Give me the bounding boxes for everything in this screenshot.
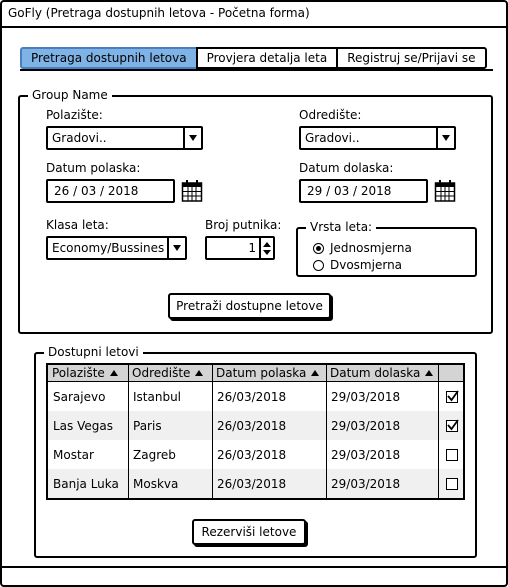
cell-arrival: 29/03/2018 bbox=[331, 418, 401, 433]
column-header-label: Datum dolaska bbox=[330, 366, 421, 380]
checkmark-icon bbox=[447, 418, 459, 430]
passengers-value: 1 bbox=[248, 241, 256, 255]
search-group-label: Group Name bbox=[28, 88, 112, 102]
sort-up-icon bbox=[425, 370, 434, 376]
column-divider bbox=[438, 365, 439, 498]
cell-origin: Las Vegas bbox=[53, 418, 113, 433]
available-flights-label: Dostupni letovi bbox=[44, 345, 143, 359]
checkbox-checked[interactable] bbox=[446, 389, 459, 403]
cell-destination: Istanbul bbox=[133, 389, 182, 404]
flight-type-label: Vrsta leta: bbox=[306, 220, 377, 234]
checkbox-unchecked[interactable] bbox=[446, 448, 458, 461]
table-row[interactable]: Banja Luka Moskva 26/03/2018 29/03/2018 bbox=[48, 469, 463, 498]
row-select-cell bbox=[441, 411, 459, 440]
cell-destination: Zagreb bbox=[133, 447, 176, 462]
reserve-flights-button[interactable]: Rezerviši letove bbox=[192, 519, 306, 545]
table-row[interactable]: Sarajevo Istanbul 26/03/2018 29/03/2018 bbox=[48, 382, 463, 411]
chevron-down-icon[interactable] bbox=[167, 238, 185, 258]
tab-flight-details[interactable]: Provjera detalja leta bbox=[195, 47, 339, 69]
radio-round-trip-label: Dvosmjerna bbox=[330, 258, 403, 272]
flights-table: Polazište Odredište Datum polaska Datum … bbox=[46, 363, 465, 500]
sort-up-icon bbox=[195, 370, 204, 376]
passengers-label: Broj putnika: bbox=[205, 218, 282, 232]
cell-departure: 26/03/2018 bbox=[217, 389, 287, 404]
destination-label: Odredište: bbox=[299, 108, 362, 122]
cell-origin: Mostar bbox=[53, 447, 94, 462]
origin-select[interactable]: Gradovi.. bbox=[46, 126, 203, 150]
row-select-cell bbox=[441, 440, 458, 469]
column-header-origin[interactable]: Polazište bbox=[48, 365, 128, 381]
radio-unselected-icon[interactable] bbox=[313, 259, 324, 271]
cell-destination: Paris bbox=[133, 418, 162, 433]
calendar-icon[interactable] bbox=[434, 179, 456, 203]
destination-select-value: Gradovi.. bbox=[305, 131, 360, 145]
cell-arrival: 29/03/2018 bbox=[331, 389, 401, 404]
status-bar bbox=[2, 566, 506, 587]
table-row[interactable]: Las Vegas Paris 26/03/2018 29/03/2018 bbox=[48, 411, 463, 440]
destination-select[interactable]: Gradovi.. bbox=[299, 126, 456, 150]
tab-divider bbox=[20, 69, 493, 71]
cell-departure: 26/03/2018 bbox=[217, 418, 287, 433]
cell-origin: Sarajevo bbox=[53, 389, 106, 404]
column-header-arrival[interactable]: Datum dolaska bbox=[326, 365, 438, 381]
stepper-arrows-icon[interactable] bbox=[259, 238, 273, 258]
cell-origin: Banja Luka bbox=[53, 476, 119, 491]
checkbox-unchecked[interactable] bbox=[446, 477, 458, 490]
cell-arrival: 29/03/2018 bbox=[331, 476, 401, 491]
tab-register-login[interactable]: Registruj se/Prijavi se bbox=[336, 47, 487, 69]
radio-round-trip[interactable]: Dvosmjerna bbox=[313, 258, 402, 272]
table-header: Polazište Odredište Datum polaska Datum … bbox=[48, 365, 463, 382]
column-divider bbox=[128, 365, 129, 498]
passengers-stepper[interactable]: 1 bbox=[205, 236, 275, 260]
origin-label: Polazište: bbox=[46, 108, 103, 122]
arrival-date-field[interactable]: 29 / 03 / 2018 bbox=[299, 179, 428, 203]
sort-up-icon bbox=[109, 370, 118, 376]
checkbox-checked[interactable] bbox=[446, 418, 459, 432]
tab-search-flights[interactable]: Pretraga dostupnih letova bbox=[20, 47, 198, 69]
chevron-down-icon[interactable] bbox=[436, 128, 454, 148]
column-header-label: Datum polaska bbox=[216, 366, 307, 380]
chevron-down-icon[interactable] bbox=[183, 128, 201, 148]
departure-date-label: Datum polaska: bbox=[46, 161, 141, 175]
checkmark-icon bbox=[447, 389, 459, 401]
column-header-label: Polazište bbox=[52, 366, 105, 380]
window-title: GoFly (Pretraga dostupnih letova - Počet… bbox=[2, 2, 506, 28]
column-header-destination[interactable]: Odredište bbox=[128, 365, 212, 381]
radio-one-way-label: Jednosmjerna bbox=[330, 241, 412, 255]
cell-departure: 26/03/2018 bbox=[217, 476, 287, 491]
cell-departure: 26/03/2018 bbox=[217, 447, 287, 462]
search-flights-button[interactable]: Pretraži dostupne letove bbox=[168, 293, 331, 319]
origin-select-value: Gradovi.. bbox=[52, 131, 107, 145]
flight-class-select[interactable]: Economy/Bussines bbox=[46, 236, 187, 260]
arrival-date-label: Datum dolaska: bbox=[299, 161, 394, 175]
cell-destination: Moskva bbox=[133, 476, 179, 491]
flight-class-value: Economy/Bussines bbox=[52, 241, 165, 255]
radio-one-way[interactable]: Jednosmjerna bbox=[313, 241, 412, 255]
radio-selected-icon[interactable] bbox=[313, 242, 324, 254]
tab-bar: Pretraga dostupnih letova Provjera detal… bbox=[20, 47, 487, 69]
cell-arrival: 29/03/2018 bbox=[331, 447, 401, 462]
row-select-cell bbox=[441, 382, 459, 411]
table-row[interactable]: Mostar Zagreb 26/03/2018 29/03/2018 bbox=[48, 440, 463, 469]
calendar-icon[interactable] bbox=[181, 179, 203, 203]
column-header-departure[interactable]: Datum polaska bbox=[212, 365, 326, 381]
column-header-label: Odredište bbox=[132, 366, 191, 380]
sort-up-icon bbox=[311, 370, 320, 376]
column-divider bbox=[326, 365, 327, 498]
departure-date-field[interactable]: 26 / 03 / 2018 bbox=[46, 179, 175, 203]
app-window: GoFly (Pretraga dostupnih letova - Počet… bbox=[0, 0, 508, 587]
flight-class-label: Klasa leta: bbox=[46, 218, 109, 232]
column-divider bbox=[212, 365, 213, 498]
row-select-cell bbox=[441, 469, 458, 498]
